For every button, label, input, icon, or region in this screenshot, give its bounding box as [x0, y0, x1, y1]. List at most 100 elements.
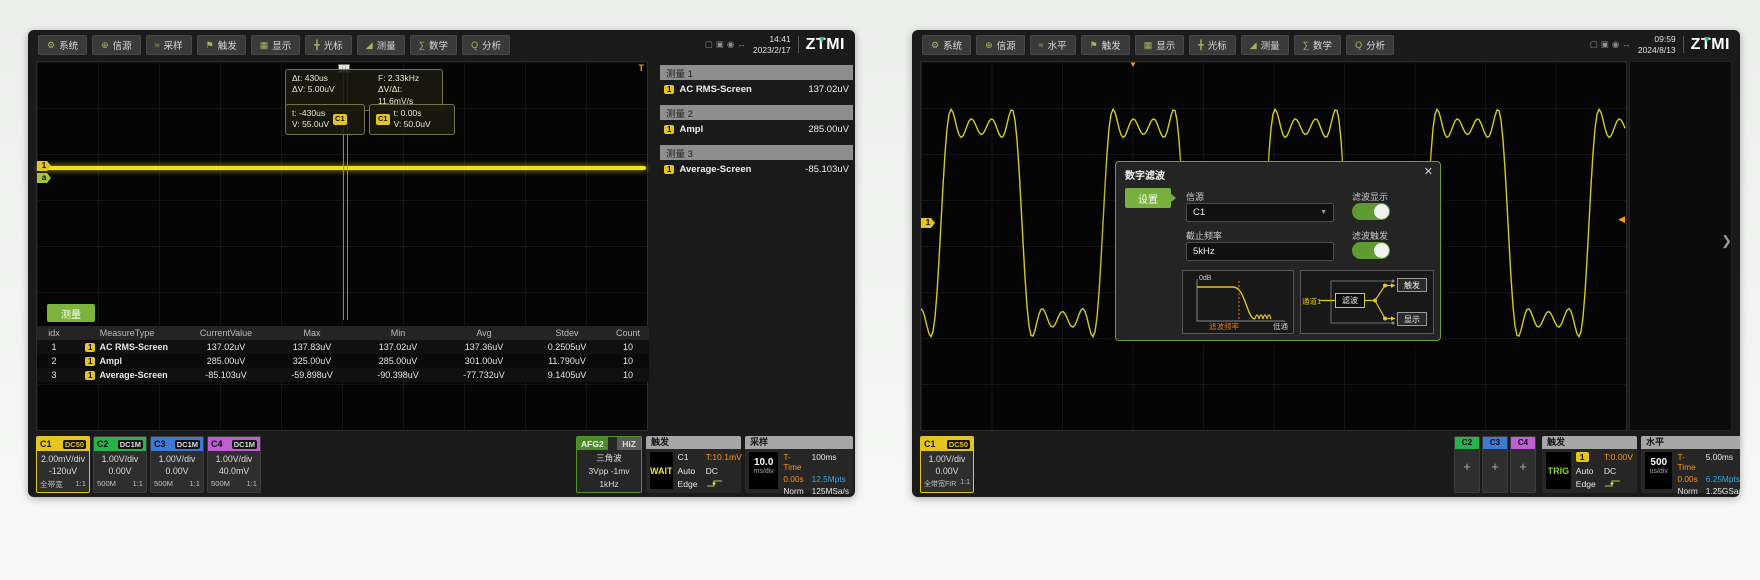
cutoff-input[interactable]: 5kHz — [1186, 242, 1334, 261]
memory-depth: 12.5Mpts — [812, 474, 849, 484]
measure-slot-header[interactable]: 测量 2 — [660, 105, 853, 120]
measure-icon: ◢ — [366, 41, 373, 50]
menu-label: 数学 — [429, 38, 448, 52]
trigger-panel[interactable]: 触发 TRIG 1 T:0.00V Auto DC Edge — [1542, 436, 1637, 493]
chevron-down-icon: ▼ — [1320, 209, 1327, 216]
ttime-label: T-Time — [783, 452, 803, 472]
coupling-badge: DC1M — [175, 440, 200, 449]
clock: 09:59 2024/8/13 — [1638, 34, 1676, 55]
menu-trigger[interactable]: ⚑触发 — [197, 35, 246, 55]
display-icon: ▦ — [1144, 41, 1153, 50]
record-icon[interactable]: ◉ — [727, 39, 734, 50]
channel4-add-box[interactable]: C4 + — [1510, 436, 1536, 493]
right-bottom-bar: C1DC50 1.00V/div0.00V 全带宽FIR1:1 C2 + C3 … — [920, 433, 1732, 495]
measure-slot-value[interactable]: 1 AC RMS-Screen 137.02uV — [660, 82, 853, 97]
menu-trigger[interactable]: ⚑触发 — [1081, 35, 1130, 55]
date-text: 2024/8/13 — [1638, 45, 1676, 56]
menu-analyze[interactable]: Q分析 — [462, 35, 510, 55]
menu-source[interactable]: ⊕信源 — [976, 35, 1025, 55]
menu-measure[interactable]: ◢测量 — [1241, 35, 1289, 55]
channel1-box[interactable]: C1DC50 1.00V/div0.00V 全带宽FIR1:1 — [920, 436, 974, 493]
storage-icon[interactable]: ▣ — [716, 39, 724, 50]
channel3-box[interactable]: C3DC1M 1.00V/div0.00V 500M1:1 — [150, 436, 204, 493]
source-badge: 1 — [664, 85, 674, 94]
gear-icon: ⚙ — [47, 41, 55, 50]
source-select[interactable]: C1 ▼ — [1186, 203, 1334, 222]
chevron-right-icon[interactable]: ❯ — [1721, 233, 1732, 249]
right-side-margin — [1629, 61, 1732, 431]
measure-slot-header[interactable]: 测量 3 — [660, 145, 853, 160]
menu-label: 触发 — [1102, 38, 1121, 52]
trigger-position-marker[interactable]: T — [639, 63, 645, 73]
channel3-add-box[interactable]: C3 + — [1482, 436, 1508, 493]
table-row[interactable]: 2 1Ampl 285.00uV325.00uV285.00uV301.00uV… — [37, 354, 649, 368]
menu-source[interactable]: ⊕信源 — [92, 35, 141, 55]
menu-system[interactable]: ⚙系统 — [38, 35, 87, 55]
cursor-dt: Δt: 430us — [292, 73, 370, 84]
source-badge: 1 — [664, 165, 674, 174]
menu-cursor[interactable]: ╋光标 — [1189, 35, 1235, 55]
desktop: ⚙系统 ⊕信源 ≈采样 ⚑触发 ▦显示 ╋光标 ◢测量 ∑数学 Q分析 ▢ ▣ … — [0, 0, 1760, 580]
edge-slope-icon — [1604, 479, 1633, 489]
menu-display[interactable]: ▦显示 — [251, 35, 301, 55]
trigger-position-marker[interactable]: ▼ — [1129, 60, 1137, 69]
menu-label: 水平 — [1048, 38, 1067, 52]
menu-math[interactable]: ∑数学 — [410, 35, 457, 55]
trigger-panel[interactable]: 触发 WAIT C1 T:10.1mV Auto DC Edge — [646, 436, 741, 493]
sample-rate: 1.25GSa/s — [1706, 486, 1740, 496]
horizontal-panel[interactable]: 水平 500 us/div T-Time 5.00ms 0.00s 6.25Mp… — [1641, 436, 1740, 493]
screen-icon[interactable]: ▢ — [705, 39, 713, 50]
trigger-level-marker[interactable]: ◀ — [1618, 214, 1625, 225]
close-icon[interactable]: ✕ — [1424, 165, 1433, 178]
channel2-add-box[interactable]: C2 + — [1454, 436, 1480, 493]
record-icon[interactable]: ◉ — [1612, 39, 1619, 50]
magnifier-icon: Q — [471, 41, 478, 50]
sample-panel[interactable]: 采样 10.0 ms/div T-Time 100ms 0.00s 12.5Mp… — [745, 436, 853, 493]
channel1-box[interactable]: C1DC50 2.00mV/div-120uV 全带宽1:1 — [36, 436, 90, 493]
col-min: Min — [355, 326, 441, 340]
frequency-response-diagram: 0dB 滤波频率 低通 — [1182, 270, 1294, 334]
logo-accent — [819, 37, 825, 45]
magnifier-icon: Q — [1355, 41, 1362, 50]
measure-slot-value[interactable]: 1 Ampl 285.00uV — [660, 122, 853, 137]
math-icon: ∑ — [1303, 41, 1309, 50]
flow-display-box: 显示 — [1397, 312, 1427, 326]
flow-trigger-box: 触发 — [1397, 278, 1427, 292]
col-type: MeasureType — [71, 326, 183, 340]
channel2-box[interactable]: C2DC1M 1.00V/div0.00V 500M1:1 — [93, 436, 147, 493]
cursor-b-volt: V: 50.0uV — [394, 119, 431, 130]
filter-trigger-toggle[interactable] — [1352, 242, 1390, 259]
channel4-box[interactable]: C4DC1M 1.00V/div40.0mV 500M1:1 — [207, 436, 261, 493]
menu-label: 显示 — [1156, 38, 1175, 52]
screen-icon[interactable]: ▢ — [1590, 39, 1598, 50]
channel1-trace — [38, 166, 646, 170]
filter-display-toggle[interactable] — [1352, 203, 1390, 220]
header-divider — [798, 36, 799, 53]
menu-system[interactable]: ⚙系统 — [922, 35, 971, 55]
network-icon[interactable]: ↔ — [1622, 39, 1631, 50]
measure-slot-header[interactable]: 测量 1 — [660, 65, 853, 80]
menu-sample[interactable]: ≈采样 — [146, 35, 192, 55]
source-label: 信源 — [1186, 190, 1204, 203]
measure-icon: ◢ — [1250, 41, 1257, 50]
table-row[interactable]: 1 1AC RMS-Screen 137.02uV137.83uV137.02u… — [37, 340, 649, 354]
measure-slot-value[interactable]: 1 Average-Screen -85.103uV — [660, 162, 853, 177]
coupling-badge: DC1M — [118, 440, 143, 449]
menu-display[interactable]: ▦显示 — [1135, 35, 1185, 55]
toggle-knob — [1374, 243, 1389, 258]
network-icon[interactable]: ↔ — [737, 39, 746, 50]
menu-math[interactable]: ∑数学 — [1294, 35, 1341, 55]
storage-icon[interactable]: ▣ — [1601, 39, 1609, 50]
afg-box[interactable]: AFG2HiZ 三角波 3Vpp -1mv 1kHz — [576, 436, 642, 493]
left-header-status: ▢ ▣ ◉ ↔ 14:41 2023/2/17 ZTMI — [705, 34, 845, 55]
measure-button[interactable]: 测量 — [47, 304, 95, 322]
afg-marker[interactable]: a — [37, 173, 51, 183]
menu-analyze[interactable]: Q分析 — [1346, 35, 1394, 55]
menu-cursor[interactable]: ╋光标 — [305, 35, 351, 55]
left-display: T 1 a ∷ Δt: 430us F: 2.33kHz ΔV: 5.00uV … — [36, 61, 847, 431]
tab-settings[interactable]: 设置 — [1125, 188, 1171, 208]
table-row[interactable]: 3 1Average-Screen -85.103uV-59.898uV-90.… — [37, 368, 649, 382]
menu-measure[interactable]: ◢测量 — [357, 35, 405, 55]
menu-horizontal[interactable]: ≈水平 — [1030, 35, 1076, 55]
trigger-level: T:10.1mV — [706, 452, 742, 462]
